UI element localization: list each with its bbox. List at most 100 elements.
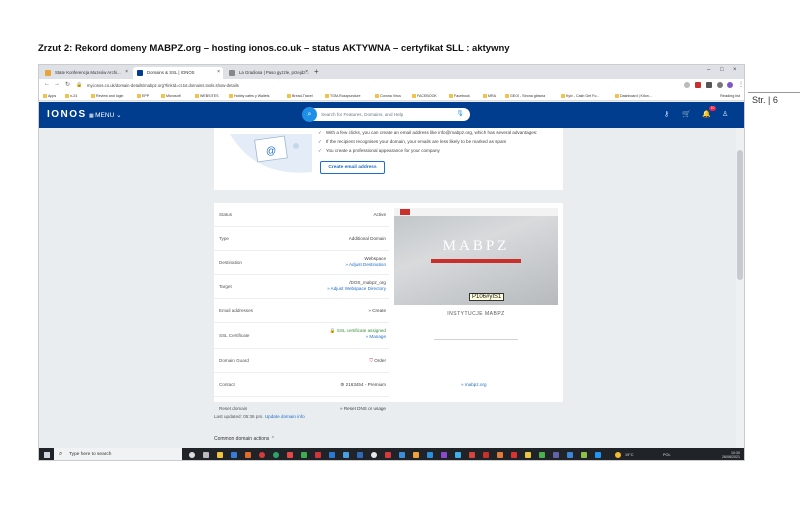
extension-icon[interactable] bbox=[706, 82, 712, 88]
app-icon[interactable] bbox=[399, 452, 405, 458]
extension-icon[interactable] bbox=[695, 82, 701, 88]
back-icon[interactable]: ← bbox=[44, 81, 50, 87]
adjust-webspace-link[interactable]: » Adjust Webspace Directory bbox=[327, 286, 386, 291]
bookmark-item[interactable]: Facebook bbox=[449, 94, 470, 98]
search-input[interactable]: Search for Features, Domains, and Help bbox=[321, 112, 403, 117]
search-box[interactable]: ⌕ Search for Features, Domains, and Help… bbox=[302, 107, 470, 122]
new-tab-button[interactable]: + bbox=[314, 67, 319, 76]
microphone-icon[interactable]: 🎙 bbox=[456, 110, 464, 117]
windows-taskbar: ⌕ Type here to search 19°C POL 10:30 26/… bbox=[39, 448, 744, 460]
app-icon[interactable] bbox=[455, 452, 461, 458]
cortana-icon[interactable] bbox=[189, 452, 195, 458]
scrollbar-thumb[interactable] bbox=[737, 150, 743, 280]
outlook-icon[interactable] bbox=[357, 452, 363, 458]
file-explorer-icon[interactable] bbox=[217, 452, 223, 458]
website-preview-lower: INSTYTUCJE MABPZ bbox=[394, 305, 558, 375]
menu-dots-icon[interactable]: ⋮ bbox=[738, 81, 744, 88]
close-tab-icon[interactable]: × bbox=[125, 69, 128, 75]
key-icon[interactable]: ⚷ bbox=[664, 110, 669, 118]
app-icon[interactable] bbox=[427, 452, 433, 458]
browser-tab-2[interactable]: Domains & SSL | IONOS × bbox=[133, 67, 223, 79]
bookmark-item[interactable]: Hobby cafes y Wallets bbox=[229, 94, 269, 98]
adjust-destination-link[interactable]: » Adjust Destination bbox=[345, 262, 386, 267]
close-window-icon[interactable]: × bbox=[733, 67, 737, 73]
create-email-button[interactable]: Create email address bbox=[320, 161, 385, 174]
puzzle-icon[interactable] bbox=[717, 82, 723, 88]
profile-icon[interactable] bbox=[727, 82, 733, 88]
opera-icon[interactable] bbox=[259, 452, 265, 458]
bookmark-item[interactable]: Apps bbox=[43, 94, 56, 98]
user-icon[interactable]: ♙ bbox=[722, 110, 728, 118]
reset-dns-link[interactable]: » Reset DNS or usage bbox=[340, 406, 386, 411]
website-link[interactable]: » mabpz.org bbox=[461, 382, 487, 387]
bookmark-item[interactable]: Microsoft bbox=[161, 94, 181, 98]
website-preview[interactable]: MABPZ P106#yIS1 bbox=[394, 208, 558, 305]
menu-button[interactable]: ▦ MENU ⌄ bbox=[89, 111, 122, 119]
app-icon[interactable] bbox=[525, 452, 531, 458]
close-tab-icon[interactable]: × bbox=[305, 69, 308, 75]
reload-icon[interactable]: ↻ bbox=[65, 81, 70, 88]
app-icon[interactable] bbox=[581, 452, 587, 458]
app-icon[interactable] bbox=[567, 452, 573, 458]
bookmark-item[interactable]: FACEBOOK bbox=[412, 94, 437, 98]
app-icon[interactable] bbox=[497, 452, 503, 458]
task-view-icon[interactable] bbox=[203, 452, 209, 458]
domain-details-card: Status Active Type Additional Domain Des… bbox=[214, 203, 563, 411]
app-icon[interactable] bbox=[245, 452, 251, 458]
clock[interactable]: 10:30 26/08/2021 bbox=[722, 451, 740, 459]
detail-row-status: Status Active bbox=[214, 203, 389, 227]
bookmark-item[interactable]: WEBSITES bbox=[195, 94, 219, 98]
app-icon[interactable] bbox=[441, 452, 447, 458]
reading-list[interactable]: Reading list bbox=[720, 94, 740, 98]
windows-start-icon[interactable] bbox=[44, 452, 50, 458]
app-icon[interactable] bbox=[469, 452, 475, 458]
app-icon[interactable] bbox=[385, 452, 391, 458]
bookmark-item[interactable]: TGM-Ruszpundure bbox=[325, 94, 361, 98]
browser-tab-1[interactable]: State Konferencja Muzeów Archi... × bbox=[41, 67, 131, 79]
app-icon[interactable] bbox=[539, 452, 545, 458]
bookmark-item[interactable]: GEOI - Strona główna bbox=[505, 94, 545, 98]
chrome-icon[interactable] bbox=[273, 452, 279, 458]
email-benefit-1: With a few clicks, you can create an ema… bbox=[318, 130, 537, 136]
bookmark-item[interactable]: Kyiv - Cash Get Fo... bbox=[561, 94, 599, 98]
browser-tab-3[interactable]: La Gradiosa | Paso gyzzle, przejdz... × bbox=[225, 67, 311, 79]
weather-icon[interactable] bbox=[615, 452, 621, 458]
app-icon[interactable] bbox=[287, 452, 293, 458]
bell-icon[interactable]: 🔔 bbox=[702, 110, 711, 118]
detail-row-ssl: SSL Certificate 🔒 SSL certificate assign… bbox=[214, 323, 389, 349]
manage-ssl-link[interactable]: » Manage bbox=[366, 334, 386, 339]
common-domain-actions[interactable]: Common domain actions ⌃ bbox=[214, 436, 275, 442]
app-icon[interactable] bbox=[413, 452, 419, 458]
app-icon[interactable] bbox=[483, 452, 489, 458]
maximize-icon[interactable]: □ bbox=[720, 67, 724, 73]
bookmark-item[interactable]: Review and login bbox=[91, 94, 123, 98]
tab-favicon-icon bbox=[45, 70, 51, 76]
bookmark-item[interactable]: Dashboard | Kiton... bbox=[615, 94, 652, 98]
app-icon[interactable] bbox=[595, 452, 601, 458]
excel-icon[interactable] bbox=[301, 452, 307, 458]
app-icon[interactable] bbox=[511, 452, 517, 458]
ionos-logo[interactable]: IONOS bbox=[47, 109, 87, 120]
word-icon[interactable] bbox=[329, 452, 335, 458]
create-email-link[interactable]: » Create bbox=[368, 308, 386, 313]
star-icon[interactable] bbox=[684, 82, 690, 88]
url-field[interactable]: my.ionos.co.uk/domain-details/mabpz.org?… bbox=[87, 83, 239, 88]
close-tab-icon[interactable]: × bbox=[217, 69, 220, 75]
app-icon[interactable] bbox=[343, 452, 349, 458]
app-icon[interactable] bbox=[371, 452, 377, 458]
teams-icon[interactable] bbox=[553, 452, 559, 458]
taskbar-search[interactable]: ⌕ Type here to search bbox=[54, 448, 182, 460]
acrobat-icon[interactable] bbox=[315, 452, 321, 458]
forward-icon[interactable]: → bbox=[54, 81, 60, 87]
minimize-icon[interactable]: – bbox=[707, 67, 710, 73]
update-domain-info-link[interactable]: Update domain info bbox=[265, 414, 305, 419]
cart-icon[interactable]: 🛒 bbox=[682, 110, 691, 118]
language-indicator[interactable]: POL bbox=[663, 453, 671, 457]
bookmark-item[interactable]: Corona Virus bbox=[375, 94, 401, 98]
mail-icon[interactable] bbox=[231, 452, 237, 458]
bookmark-item[interactable]: Bread-Travel bbox=[287, 94, 313, 98]
bookmark-item[interactable]: EPP bbox=[137, 94, 149, 98]
bookmark-item[interactable]: MRA bbox=[483, 94, 496, 98]
bookmark-item[interactable]: n-24 bbox=[65, 94, 77, 98]
order-guard-link[interactable]: Order bbox=[374, 358, 386, 363]
